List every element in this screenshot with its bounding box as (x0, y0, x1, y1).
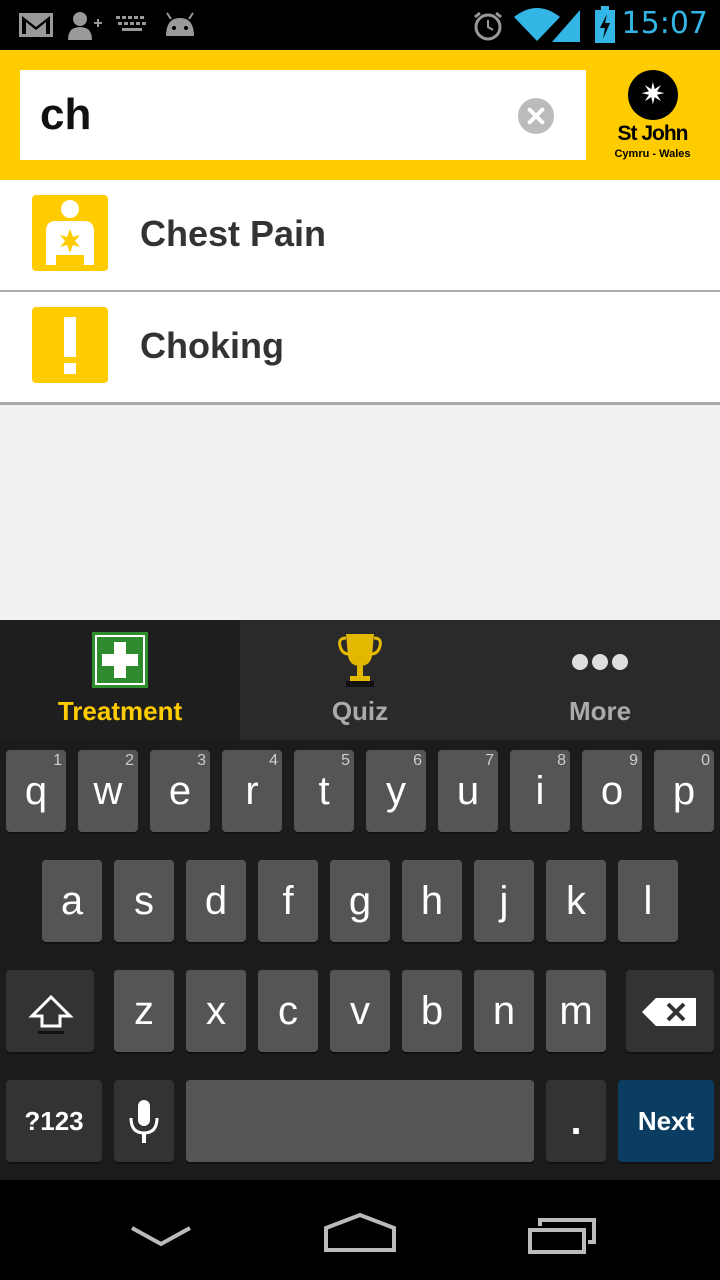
key-char: p (672, 769, 696, 813)
key-char: u (456, 769, 480, 813)
key-i[interactable]: i8 (510, 750, 570, 832)
backspace-icon (642, 998, 696, 1026)
key-alt-char: 6 (413, 752, 422, 769)
key-m[interactable]: m (546, 970, 606, 1052)
android-icon (166, 12, 194, 36)
list-item-label: Choking (140, 325, 284, 366)
voice-input-key[interactable] (114, 1080, 174, 1162)
battery-charging-icon (595, 6, 615, 43)
next-key[interactable]: Next (618, 1080, 714, 1162)
more-dots-icon (572, 654, 628, 670)
key-a[interactable]: a (42, 860, 102, 942)
key-x[interactable]: x (186, 970, 246, 1052)
key-f[interactable]: f (258, 860, 318, 942)
results-list: Chest Pain Choking (0, 180, 720, 620)
key-char: e (168, 769, 192, 813)
key-e[interactable]: e3 (150, 750, 210, 832)
search-input[interactable]: ch (20, 70, 586, 160)
key-p[interactable]: p0 (654, 750, 714, 832)
soft-keyboard: q1 w2 e3 r4 t5 y6 u7 i8 o9 p0 a s d f g … (0, 740, 720, 1180)
key-alt-char: 2 (125, 752, 134, 769)
maltese-cross-icon: ✷ (628, 70, 678, 120)
clear-search-icon[interactable] (518, 98, 554, 134)
home-icon[interactable] (322, 1212, 398, 1254)
add-contact-icon (68, 12, 102, 40)
shift-icon (28, 994, 74, 1034)
key-s[interactable]: s (114, 860, 174, 942)
alarm-icon (474, 11, 502, 41)
first-aid-cross-icon (92, 632, 148, 688)
trophy-icon (338, 634, 382, 687)
st-john-logo: ✷ St John Cymru - Wales (600, 70, 705, 160)
symbols-key[interactable]: ?123 (6, 1080, 102, 1162)
key-char: i (535, 769, 545, 813)
list-item-chest-pain[interactable]: Chest Pain (0, 180, 720, 293)
tab-label: Quiz (331, 696, 389, 726)
key-k[interactable]: k (546, 860, 606, 942)
key-alt-char: 3 (197, 752, 206, 769)
key-g[interactable]: g (330, 860, 390, 942)
key-char: o (600, 769, 624, 813)
backspace-key[interactable] (626, 970, 714, 1052)
key-char: r (245, 769, 259, 813)
gmail-icon (19, 13, 53, 37)
tab-treatment[interactable]: Treatment (0, 620, 240, 740)
back-icon[interactable] (130, 1226, 192, 1248)
signal-icon (552, 10, 580, 42)
key-char: q (24, 769, 48, 813)
key-t[interactable]: t5 (294, 750, 354, 832)
keyboard-icon (116, 16, 146, 31)
key-alt-char: 9 (629, 752, 638, 769)
search-query[interactable]: ch (40, 90, 91, 140)
list-item-label: Chest Pain (140, 213, 327, 254)
microphone-icon (129, 1100, 159, 1143)
key-n[interactable]: n (474, 970, 534, 1052)
exclamation-icon (32, 307, 108, 383)
key-w[interactable]: w2 (78, 750, 138, 832)
key-alt-char: 4 (269, 752, 278, 769)
period-key[interactable]: . (546, 1080, 606, 1162)
key-char: t (318, 769, 330, 813)
logo-subtitle: Cymru - Wales (614, 148, 691, 160)
key-o[interactable]: o9 (582, 750, 642, 832)
key-alt-char: 5 (341, 752, 350, 769)
tab-label: More (568, 696, 632, 726)
key-char: w (93, 769, 123, 813)
key-char: y (386, 769, 406, 813)
key-b[interactable]: b (402, 970, 462, 1052)
status-clock: 15:07 (621, 6, 708, 41)
key-d[interactable]: d (186, 860, 246, 942)
key-c[interactable]: c (258, 970, 318, 1052)
key-z[interactable]: z (114, 970, 174, 1052)
key-alt-char: 8 (557, 752, 566, 769)
system-nav-bar (0, 1180, 720, 1280)
logo-name: St John (617, 122, 689, 145)
list-item-choking[interactable]: Choking (0, 292, 720, 405)
key-y[interactable]: y6 (366, 750, 426, 832)
key-h[interactable]: h (402, 860, 462, 942)
key-u[interactable]: u7 (438, 750, 498, 832)
search-header: ch ✷ St John Cymru - Wales (0, 50, 720, 180)
space-key[interactable] (186, 1080, 534, 1162)
key-j[interactable]: j (474, 860, 534, 942)
key-alt-char: 7 (485, 752, 494, 769)
key-l[interactable]: l (618, 860, 678, 942)
key-v[interactable]: v (330, 970, 390, 1052)
shift-key[interactable] (6, 970, 94, 1052)
key-alt-char: 1 (53, 752, 62, 769)
bottom-tab-bar: Treatment Quiz More (0, 620, 720, 740)
recent-apps-icon[interactable] (526, 1216, 598, 1254)
status-bar: 15:07 (0, 0, 720, 50)
tab-quiz[interactable]: Quiz (240, 620, 480, 740)
tab-more[interactable]: More (480, 620, 720, 740)
key-alt-char: 0 (701, 752, 710, 769)
key-r[interactable]: r4 (222, 750, 282, 832)
key-q[interactable]: q1 (6, 750, 66, 832)
chest-pain-icon (32, 195, 108, 271)
tab-label: Treatment (57, 696, 183, 726)
